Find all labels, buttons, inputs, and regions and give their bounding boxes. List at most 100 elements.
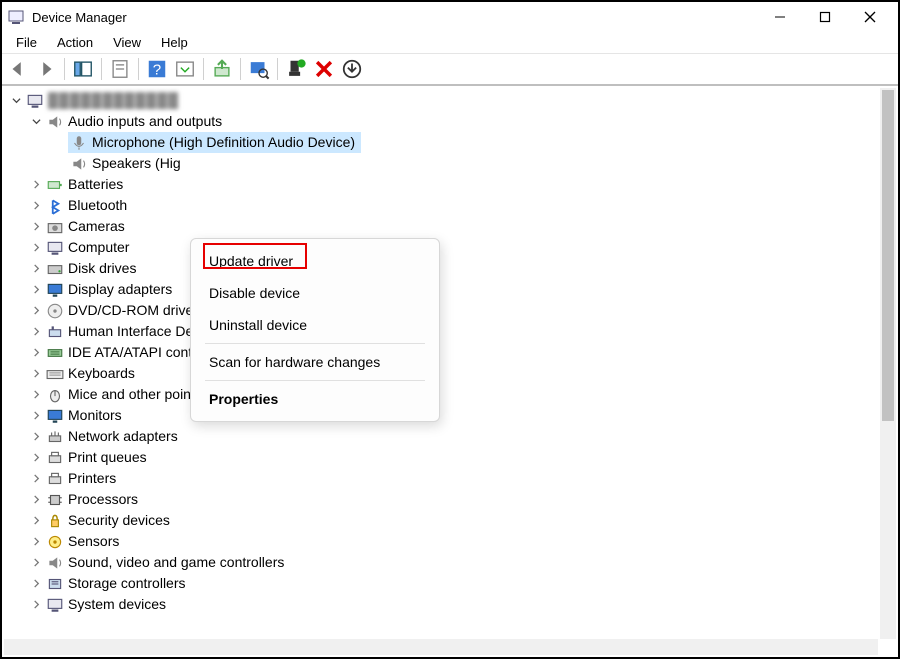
tree-node-label: Network adapters (68, 426, 178, 447)
collapse-arrow-icon[interactable] (28, 303, 44, 319)
tree-node-microphone[interactable]: Microphone (High Definition Audio Device… (68, 132, 892, 153)
collapse-arrow-icon[interactable] (28, 324, 44, 340)
collapse-arrow-icon[interactable] (28, 450, 44, 466)
toolbar-separator (277, 58, 278, 80)
microphone-icon (70, 134, 88, 152)
vertical-scrollbar[interactable] (880, 88, 896, 639)
tree-node-label: Security devices (68, 510, 170, 531)
collapse-arrow-icon[interactable] (28, 261, 44, 277)
tree-node-ide[interactable]: IDE ATA/ATAPI controllers (28, 342, 892, 363)
context-menu-item[interactable]: Update driver (191, 245, 439, 277)
toolbar-separator (101, 58, 102, 80)
speaker-icon (46, 113, 64, 131)
ide-icon (46, 344, 64, 362)
close-button[interactable] (847, 2, 892, 32)
menu-help[interactable]: Help (151, 33, 198, 52)
collapse-arrow-icon[interactable] (28, 555, 44, 571)
keyboards-icon (46, 365, 64, 383)
context-menu-item[interactable]: Properties (191, 383, 439, 415)
context-menu-separator (205, 380, 425, 381)
collapse-arrow-icon[interactable] (28, 387, 44, 403)
collapse-arrow-icon[interactable] (28, 492, 44, 508)
scrollbar-thumb[interactable] (882, 90, 894, 421)
tree-node-display[interactable]: Display adapters (28, 279, 892, 300)
collapse-arrow-icon[interactable] (28, 240, 44, 256)
sensors-icon (46, 533, 64, 551)
tree-node-cameras[interactable]: Cameras (28, 216, 892, 237)
toolbar-action-list-button[interactable] (173, 57, 197, 81)
tree-node-system[interactable]: System devices (28, 594, 892, 615)
tree-node-keyboards[interactable]: Keyboards (28, 363, 892, 384)
collapse-arrow-icon[interactable] (28, 282, 44, 298)
collapse-arrow-icon[interactable] (28, 219, 44, 235)
tree-node-label: Bluetooth (68, 195, 127, 216)
collapse-arrow-icon[interactable] (28, 597, 44, 613)
context-menu-item[interactable]: Uninstall device (191, 309, 439, 341)
tree-node-diskdrives[interactable]: Disk drives (28, 258, 892, 279)
tree-node-computer[interactable]: Computer (28, 237, 892, 258)
tree-node-label: Keyboards (68, 363, 135, 384)
collapse-arrow-icon[interactable] (28, 534, 44, 550)
tree-node-monitors[interactable]: Monitors (28, 405, 892, 426)
tree-node-bluetooth[interactable]: Bluetooth (28, 195, 892, 216)
tree-node-printqueues[interactable]: Print queues (28, 447, 892, 468)
collapse-arrow-icon[interactable] (28, 471, 44, 487)
collapse-arrow-icon[interactable] (28, 576, 44, 592)
device-tree[interactable]: ████████████ Audio inputs and outputs (2, 86, 898, 657)
printqueues-icon (46, 449, 64, 467)
horizontal-scrollbar[interactable] (4, 639, 878, 655)
menu-view[interactable]: View (103, 33, 151, 52)
collapse-arrow-icon[interactable] (28, 366, 44, 382)
maximize-button[interactable] (802, 2, 847, 32)
tree-node-speakers[interactable]: Speakers (Hig (68, 153, 892, 174)
tree-node-hid[interactable]: Human Interface Devices (28, 321, 892, 342)
tree-node-security[interactable]: Security devices (28, 510, 892, 531)
tree-node-processors[interactable]: Processors (28, 489, 892, 510)
toolbar-enable-device-button[interactable] (284, 57, 308, 81)
monitors-icon (46, 407, 64, 425)
toolbar-forward-button[interactable] (34, 57, 58, 81)
tree-node-network[interactable]: Network adapters (28, 426, 892, 447)
tree-node-label: Printers (68, 468, 116, 489)
tree-node-batteries[interactable]: Batteries (28, 174, 892, 195)
tree-node-label: Speakers (Hig (92, 153, 181, 174)
collapse-arrow-icon[interactable] (28, 513, 44, 529)
display-icon (46, 281, 64, 299)
computer-icon (46, 239, 64, 257)
collapse-arrow-icon[interactable] (28, 177, 44, 193)
expand-arrow-icon[interactable] (8, 93, 24, 109)
toolbar-scan-hardware-button[interactable] (247, 57, 271, 81)
cameras-icon (46, 218, 64, 236)
system-icon (46, 596, 64, 614)
context-menu-item[interactable]: Disable device (191, 277, 439, 309)
sound-icon (46, 554, 64, 572)
toolbar-back-button[interactable] (6, 57, 30, 81)
menu-action[interactable]: Action (47, 33, 103, 52)
context-menu-separator (205, 343, 425, 344)
toolbar-console-tree-button[interactable] (71, 57, 95, 81)
toolbar-uninstall-device-button[interactable] (312, 57, 336, 81)
toolbar-help-button[interactable]: ? (145, 57, 169, 81)
tree-node-mice[interactable]: Mice and other pointing devices (28, 384, 892, 405)
title-bar: Device Manager (2, 2, 898, 32)
tree-node-storage[interactable]: Storage controllers (28, 573, 892, 594)
collapse-arrow-icon[interactable] (28, 345, 44, 361)
collapse-arrow-icon[interactable] (28, 429, 44, 445)
expand-arrow-icon[interactable] (28, 114, 44, 130)
tree-node-label: Disk drives (68, 258, 136, 279)
tree-node-computer-root[interactable]: ████████████ (8, 90, 892, 111)
tree-node-sound[interactable]: Sound, video and game controllers (28, 552, 892, 573)
toolbar-properties-button[interactable] (108, 57, 132, 81)
printers-icon (46, 470, 64, 488)
collapse-arrow-icon[interactable] (28, 408, 44, 424)
context-menu-item[interactable]: Scan for hardware changes (191, 346, 439, 378)
menu-file[interactable]: File (6, 33, 47, 52)
minimize-button[interactable] (757, 2, 802, 32)
collapse-arrow-icon[interactable] (28, 198, 44, 214)
tree-node-sensors[interactable]: Sensors (28, 531, 892, 552)
tree-node-audio[interactable]: Audio inputs and outputs (28, 111, 892, 132)
toolbar-update-driver-button[interactable] (210, 57, 234, 81)
toolbar-install-legacy-button[interactable] (340, 57, 364, 81)
tree-node-dvd[interactable]: DVD/CD-ROM drives (28, 300, 892, 321)
tree-node-printers[interactable]: Printers (28, 468, 892, 489)
